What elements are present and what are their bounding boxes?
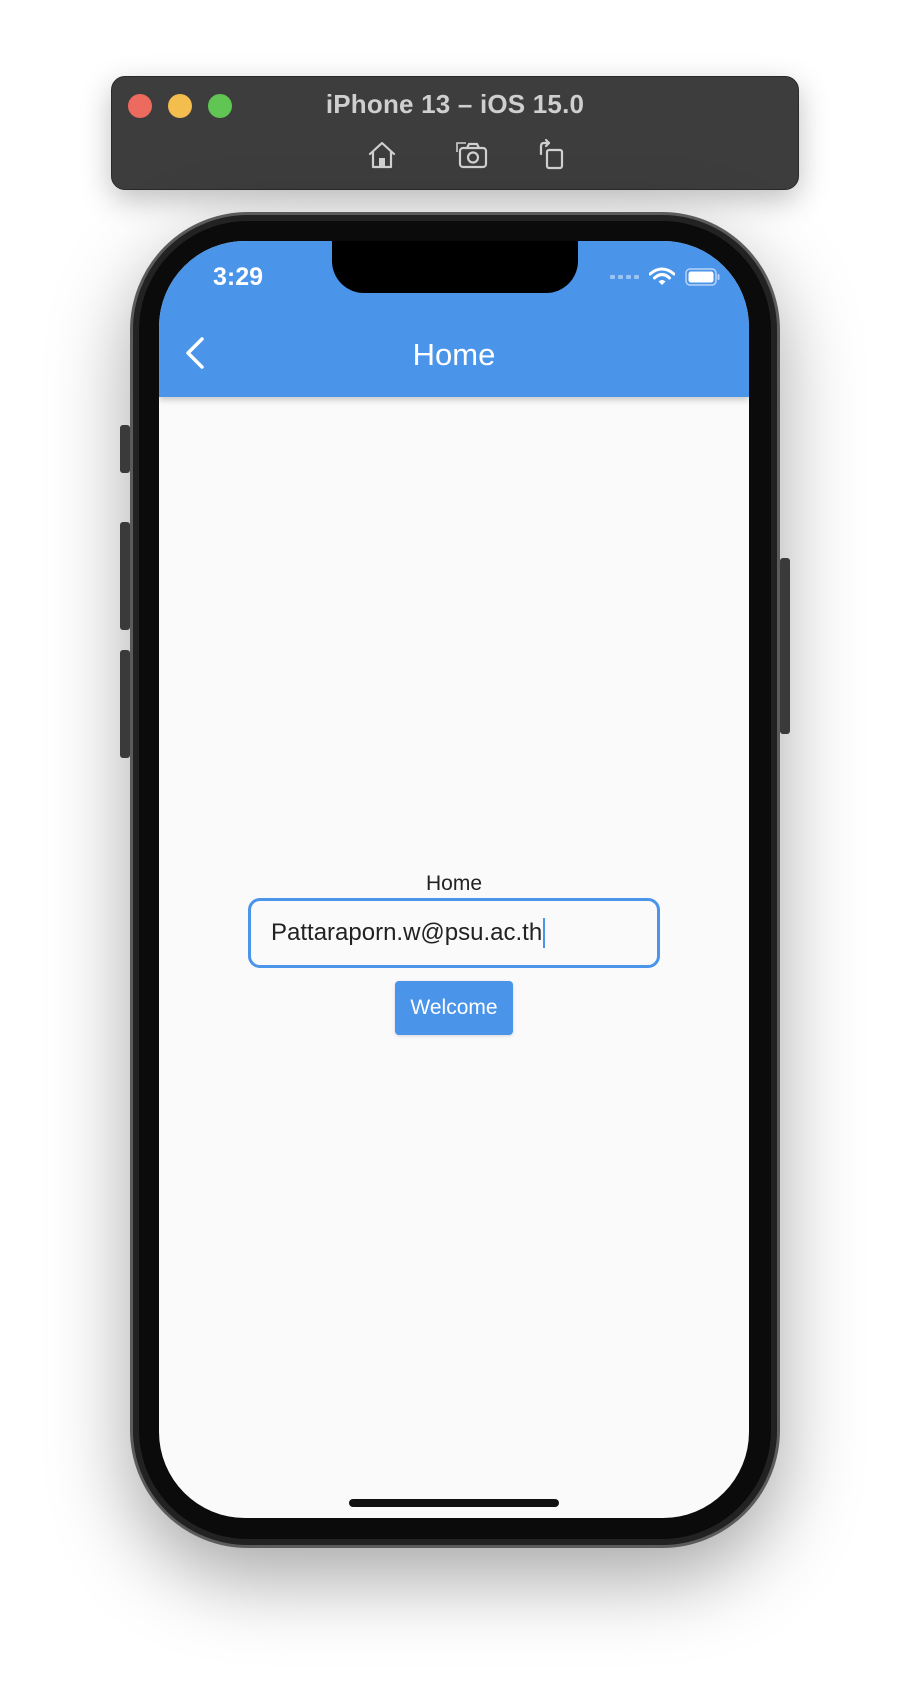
silent-switch [120,425,130,473]
status-indicators [610,265,721,289]
welcome-button[interactable]: Welcome [395,981,513,1035]
screenshot-icon[interactable] [452,135,492,175]
wifi-icon [649,267,675,285]
email-field[interactable]: Pattaraporn.w@psu.ac.th [248,898,660,968]
simulator-toolbar: iPhone 13 – iOS 15.0 [111,76,799,190]
power-button [780,558,790,734]
volume-down-button [120,650,130,758]
home-label: Home [425,872,483,895]
cellular-signal-icon [610,275,639,279]
status-time: 3:29 [213,263,264,291]
battery-icon [685,268,720,286]
phone-screen: 3:29 Home Home Pattaraporn.w@psu.ac.th W… [159,241,749,1518]
simulator-tools [112,135,798,175]
simulator-title: iPhone 13 – iOS 15.0 [325,89,585,119]
page-title: Home [412,337,496,372]
text-caret [543,918,546,948]
volume-up-button [120,522,130,630]
home-icon[interactable] [362,135,402,175]
home-indicator[interactable] [349,1499,559,1507]
rotate-icon[interactable] [532,135,572,175]
notch [332,241,578,293]
email-field-value: Pattaraporn.w@psu.ac.th [271,919,543,946]
